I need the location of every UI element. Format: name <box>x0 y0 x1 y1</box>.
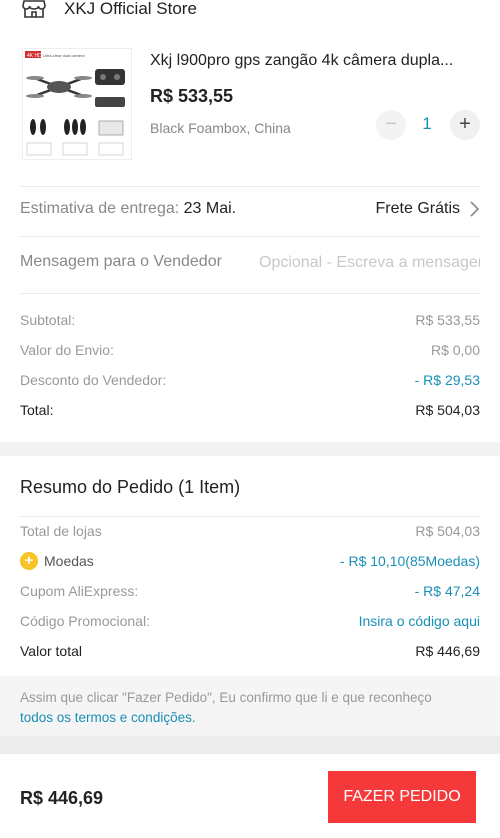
divider <box>20 293 480 294</box>
coin-icon: + <box>20 552 38 570</box>
promo-code-link[interactable]: Insira o código aqui <box>359 613 480 629</box>
store-total-row: Total: R$ 504,03 <box>20 402 480 422</box>
coupon-row[interactable]: Cupom AliExpress: - R$ 47,24 <box>20 583 480 603</box>
shipping-cost-row: Valor do Envio: R$ 0,00 <box>20 342 480 362</box>
product-thumbnail[interactable]: 4K HD Ultra-clear dual camera <box>22 48 132 160</box>
coupon-value: - R$ 47,24 <box>414 583 480 599</box>
store-icon <box>22 0 46 18</box>
terms-notice: Assim que clicar "Fazer Pedido", Eu conf… <box>0 676 500 736</box>
chevron-right-icon[interactable] <box>468 201 480 217</box>
stores-total-row: Total de lojas R$ 504,03 <box>20 523 480 543</box>
grand-total-row: Valor total R$ 446,69 <box>20 643 480 663</box>
coins-value: - R$ 10,10(85Moedas) <box>339 553 480 569</box>
quantity-increase-button[interactable]: + <box>450 110 480 140</box>
stores-total-label: Total de lojas <box>20 523 102 539</box>
drone-image: 4K HD Ultra-clear dual camera <box>25 51 125 156</box>
shipping-cost-label: Valor do Envio: <box>20 342 114 358</box>
product-item: 4K HD Ultra-clear dual camera Xkj l900pr… <box>0 44 500 164</box>
coupon-label: Cupom AliExpress: <box>20 583 139 599</box>
coins-label: Moedas <box>44 553 94 569</box>
store-total-label: Total: <box>20 402 54 418</box>
product-variant[interactable]: Black Foambox, China <box>150 120 291 136</box>
quantity-value: 1 <box>422 114 432 133</box>
quantity-decrease-button[interactable]: − <box>376 110 406 140</box>
section-gap <box>0 736 500 754</box>
grand-total-label: Valor total <box>20 643 82 659</box>
order-summary-title: Resumo do Pedido (1 Item) <box>20 477 241 497</box>
promo-code-row: Código Promocional: Insira o código aqui <box>20 613 480 633</box>
place-order-button[interactable]: FAZER PEDIDO <box>328 771 476 823</box>
shipping-option[interactable]: Frete Grátis <box>376 200 460 218</box>
thumb-caption: Ultra-clear dual camera <box>43 53 85 58</box>
product-price: R$ 533,55 <box>150 86 234 106</box>
subtotal-value: R$ 533,55 <box>415 312 480 328</box>
coins-row[interactable]: Moedas - R$ 10,10(85Moedas) <box>44 553 480 573</box>
divider <box>20 236 480 237</box>
grand-total-value: R$ 446,69 <box>415 643 480 659</box>
checkout-total: R$ 446,69 <box>20 788 104 808</box>
stores-total-value: R$ 504,03 <box>415 523 480 539</box>
seller-message-label: Mensagem para o Vendedor <box>20 253 222 270</box>
thumb-badge: 4K HD <box>27 53 42 59</box>
divider <box>20 516 480 517</box>
seller-message-input[interactable] <box>259 250 480 276</box>
store-header[interactable]: XKJ Official Store <box>0 0 500 22</box>
product-title[interactable]: Xkj l900pro gps zangão 4k câmera dupla..… <box>150 52 482 70</box>
store-total-value: R$ 504,03 <box>415 402 480 418</box>
section-gap <box>0 442 500 456</box>
seller-discount-row: Desconto do Vendedor: - R$ 29,53 <box>20 372 480 392</box>
subtotal-row: Subtotal: R$ 533,55 <box>20 312 480 332</box>
seller-discount-label: Desconto do Vendedor: <box>20 372 167 388</box>
subtotal-label: Subtotal: <box>20 312 76 328</box>
store-name[interactable]: XKJ Official Store <box>64 0 197 19</box>
seller-discount-value: - R$ 29,53 <box>414 372 480 388</box>
delivery-label: Estimativa de entrega: <box>20 200 184 217</box>
terms-link[interactable]: todos os termos e condições. <box>20 708 480 728</box>
divider <box>20 186 480 187</box>
delivery-date: 23 Mai. <box>183 200 237 217</box>
checkout-bar: R$ 446,69 FAZER PEDIDO <box>0 754 500 838</box>
promo-code-label: Código Promocional: <box>20 613 150 629</box>
terms-text: Assim que clicar "Fazer Pedido", Eu conf… <box>20 690 432 705</box>
shipping-cost-value: R$ 0,00 <box>430 342 480 358</box>
